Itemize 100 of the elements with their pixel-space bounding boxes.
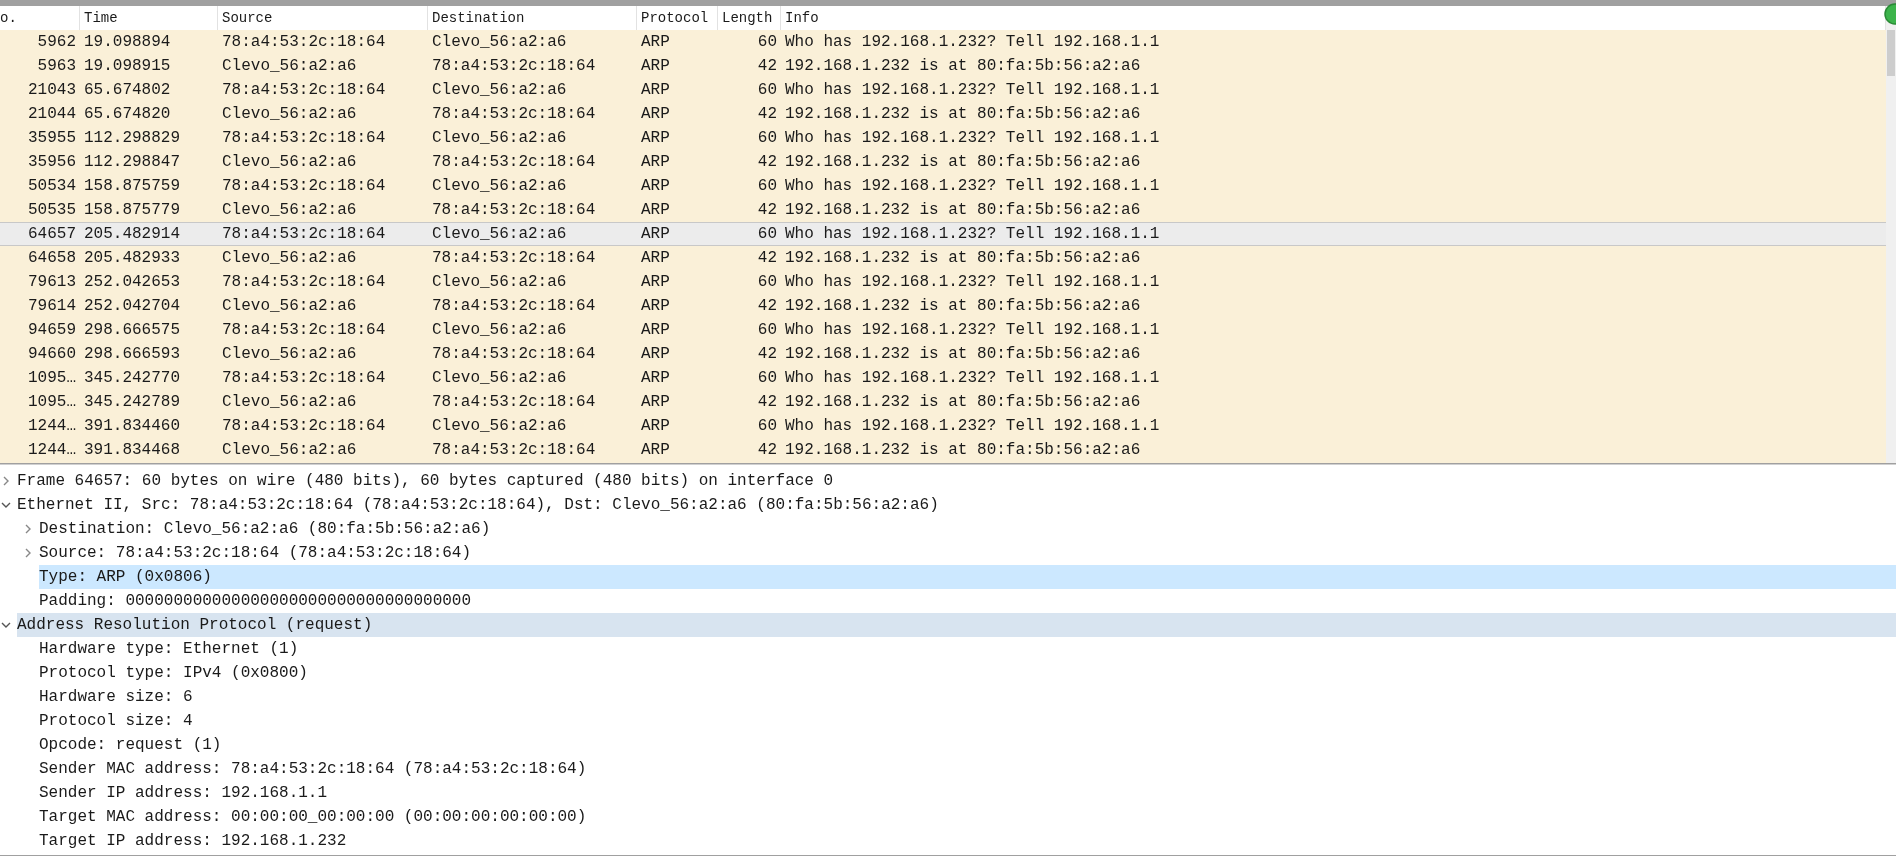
info-cell-text: Who has 192.168.1.232? Tell 192.168.1.1 bbox=[784, 273, 1161, 291]
protocol-cell-text: ARP bbox=[640, 153, 671, 171]
packet-row[interactable]: 1244… 391.834460 78:a4:53:2c:18:64 Clevo_56:a2:a6 ARP 60 Who has 192.168.1.232? Tell 192.168.1.1 bbox=[0, 414, 1886, 438]
detail-item[interactable]: Destination: Clevo_56:a2:a6 (80:fa:5b:56:a2:a6) bbox=[39, 517, 1896, 541]
source-cell-text: Clevo_56:a2:a6 bbox=[221, 249, 358, 267]
time-cell-text: 205.482933 bbox=[83, 249, 181, 267]
protocol-cell-text: ARP bbox=[640, 57, 671, 75]
packet-row[interactable]: 64658 205.482933 Clevo_56:a2:a6 78:a4:53:2c:18:64 ARP 42 192.168.1.232 is at 80:fa:5b:56:a2:a6 bbox=[0, 246, 1886, 270]
packet-row[interactable]: 1095… 345.242789 Clevo_56:a2:a6 78:a4:53:2c:18:64 ARP 42 192.168.1.232 is at 80:fa:5b:56:a2:a6 bbox=[0, 390, 1886, 414]
info-cell-text: 192.168.1.232 is at 80:fa:5b:56:a2:a6 bbox=[784, 153, 1142, 171]
destination-cell-text: 78:a4:53:2c:18:64 bbox=[431, 345, 597, 363]
detail-item[interactable]: Type: ARP (0x0806) bbox=[39, 565, 1896, 589]
length-cell-text: 42 bbox=[756, 297, 778, 315]
destination-cell-text: Clevo_56:a2:a6 bbox=[431, 417, 568, 435]
info-cell-text: Who has 192.168.1.232? Tell 192.168.1.1 bbox=[784, 129, 1161, 147]
destination-cell-text: Clevo_56:a2:a6 bbox=[431, 369, 568, 387]
column-header[interactable]: Length bbox=[718, 6, 781, 30]
length-cell-text: 60 bbox=[756, 273, 778, 291]
protocol-cell-text: ARP bbox=[640, 417, 671, 435]
packet-row[interactable]: 64657 205.482914 78:a4:53:2c:18:64 Clevo_56:a2:a6 ARP 60 Who has 192.168.1.232? Tell 192.168.1.1 bbox=[0, 222, 1886, 246]
detail-item[interactable]: Padding: 000000000000000000000000000000000000 bbox=[39, 589, 1896, 613]
detail-item[interactable]: Hardware type: Ethernet (1) bbox=[39, 637, 1896, 661]
packet-row[interactable]: 79614 252.042704 Clevo_56:a2:a6 78:a4:53:2c:18:64 ARP 42 192.168.1.232 is at 80:fa:5b:56:a2:a6 bbox=[0, 294, 1886, 318]
time-cell-text: 345.242770 bbox=[83, 369, 181, 387]
protocol-cell-text: ARP bbox=[640, 321, 671, 339]
protocol-cell-text: ARP bbox=[640, 129, 671, 147]
info-cell-text: Who has 192.168.1.232? Tell 192.168.1.1 bbox=[784, 321, 1161, 339]
number-cell-text: 1095… bbox=[27, 369, 77, 387]
packet-row[interactable]: 35955 112.298829 78:a4:53:2c:18:64 Clevo_56:a2:a6 ARP 60 Who has 192.168.1.232? Tell 192.168.1.1 bbox=[0, 126, 1886, 150]
destination-cell-text: Clevo_56:a2:a6 bbox=[431, 129, 568, 147]
destination-cell-text: 78:a4:53:2c:18:64 bbox=[431, 393, 597, 411]
destination-cell-text: 78:a4:53:2c:18:64 bbox=[431, 441, 597, 459]
packet-row[interactable]: 94660 298.666593 Clevo_56:a2:a6 78:a4:53:2c:18:64 ARP 42 192.168.1.232 is at 80:fa:5b:56:a2:a6 bbox=[0, 342, 1886, 366]
scrollbar[interactable] bbox=[1886, 6, 1896, 463]
detail-item[interactable]: Sender MAC address: 78:a4:53:2c:18:64 (78:a4:53:2c:18:64) bbox=[39, 757, 1896, 781]
packet-row[interactable]: 1095… 345.242770 78:a4:53:2c:18:64 Clevo_56:a2:a6 ARP 60 Who has 192.168.1.232? Tell 192.168.1.1 bbox=[0, 366, 1886, 390]
length-cell-text: 60 bbox=[756, 177, 778, 195]
length-cell-text: 60 bbox=[756, 417, 778, 435]
number-cell-text: 64658 bbox=[27, 249, 77, 267]
info-cell-text: Who has 192.168.1.232? Tell 192.168.1.1 bbox=[784, 177, 1161, 195]
detail-item[interactable]: Opcode: request (1) bbox=[39, 733, 1896, 757]
info-cell-text: 192.168.1.232 is at 80:fa:5b:56:a2:a6 bbox=[784, 201, 1142, 219]
source-cell-text: Clevo_56:a2:a6 bbox=[221, 201, 358, 219]
detail-item[interactable]: Address Resolution Protocol (request) bbox=[17, 613, 1896, 637]
number-cell-text: 21043 bbox=[27, 81, 77, 99]
source-cell-text: 78:a4:53:2c:18:64 bbox=[221, 33, 387, 51]
number-cell-text: 1095… bbox=[27, 393, 77, 411]
time-cell-text: 252.042704 bbox=[83, 297, 181, 315]
time-cell-text: 112.298829 bbox=[83, 129, 181, 147]
source-cell-text: 78:a4:53:2c:18:64 bbox=[221, 177, 387, 195]
detail-item[interactable]: Ethernet II, Src: 78:a4:53:2c:18:64 (78:a4:53:2c:18:64), Dst: Clevo_56:a2:a6 (80:fa:5b:56:a2:a6) bbox=[17, 493, 1896, 517]
time-cell-text: 65.674820 bbox=[83, 105, 172, 123]
number-cell-text: 79613 bbox=[27, 273, 77, 291]
source-cell-text: 78:a4:53:2c:18:64 bbox=[221, 81, 387, 99]
detail-item[interactable]: Target MAC address: 00:00:00_00:00:00 (00:00:00:00:00:00) bbox=[39, 805, 1896, 829]
packet-row[interactable]: 94659 298.666575 78:a4:53:2c:18:64 Clevo_56:a2:a6 ARP 60 Who has 192.168.1.232? Tell 192.168.1.1 bbox=[0, 318, 1886, 342]
packet-row[interactable]: 5963 19.098915 Clevo_56:a2:a6 78:a4:53:2c:18:64 ARP 42 192.168.1.232 is at 80:fa:5b:56:a2:a6 bbox=[0, 54, 1886, 78]
protocol-cell-text: ARP bbox=[640, 105, 671, 123]
detail-item[interactable]: Frame 64657: 60 bytes on wire (480 bits), 60 bytes captured (480 bits) on interface 0 bbox=[17, 469, 1896, 493]
column-header[interactable]: Destination bbox=[428, 6, 637, 30]
detail-item[interactable]: Protocol size: 4 bbox=[39, 709, 1896, 733]
column-header[interactable]: Source bbox=[218, 6, 428, 30]
source-cell-text: 78:a4:53:2c:18:64 bbox=[221, 225, 387, 243]
packet-row[interactable]: 35956 112.298847 Clevo_56:a2:a6 78:a4:53:2c:18:64 ARP 42 192.168.1.232 is at 80:fa:5b:56:a2:a6 bbox=[0, 150, 1886, 174]
protocol-cell-text: ARP bbox=[640, 81, 671, 99]
number-cell-text: 35956 bbox=[27, 153, 77, 171]
packet-row[interactable]: 1244… 391.834468 Clevo_56:a2:a6 78:a4:53:2c:18:64 ARP 42 192.168.1.232 is at 80:fa:5b:56:a2:a6 bbox=[0, 438, 1886, 462]
column-header[interactable]: o. bbox=[0, 6, 80, 30]
number-cell-text: 1244… bbox=[27, 417, 77, 435]
number-cell-text: 5962 bbox=[36, 33, 77, 51]
protocol-cell-text: ARP bbox=[640, 441, 671, 459]
detail-item[interactable]: Target IP address: 192.168.1.232 bbox=[39, 829, 1896, 853]
destination-cell-text: Clevo_56:a2:a6 bbox=[431, 321, 568, 339]
detail-item[interactable]: Protocol type: IPv4 (0x0800) bbox=[39, 661, 1896, 685]
source-cell-text: Clevo_56:a2:a6 bbox=[221, 57, 358, 75]
column-header[interactable]: Protocol bbox=[637, 6, 718, 30]
packet-row[interactable]: 21043 65.674802 78:a4:53:2c:18:64 Clevo_56:a2:a6 ARP 60 Who has 192.168.1.232? Tell 192.168.1.1 bbox=[0, 78, 1886, 102]
source-cell-text: Clevo_56:a2:a6 bbox=[221, 153, 358, 171]
info-cell-text: 192.168.1.232 is at 80:fa:5b:56:a2:a6 bbox=[784, 105, 1142, 123]
number-cell-text: 94659 bbox=[27, 321, 77, 339]
source-cell-text: 78:a4:53:2c:18:64 bbox=[221, 417, 387, 435]
detail-item[interactable]: Sender IP address: 192.168.1.1 bbox=[39, 781, 1896, 805]
scrollbar-thumb[interactable] bbox=[1887, 30, 1895, 76]
info-cell-text: 192.168.1.232 is at 80:fa:5b:56:a2:a6 bbox=[784, 345, 1142, 363]
number-cell-text: 50535 bbox=[27, 201, 77, 219]
destination-cell-text: 78:a4:53:2c:18:64 bbox=[431, 153, 597, 171]
packet-row[interactable]: 21044 65.674820 Clevo_56:a2:a6 78:a4:53:2c:18:64 ARP 42 192.168.1.232 is at 80:fa:5b:56:a2:a6 bbox=[0, 102, 1886, 126]
destination-cell-text: 78:a4:53:2c:18:64 bbox=[431, 201, 597, 219]
packet-row[interactable]: 50534 158.875759 78:a4:53:2c:18:64 Clevo_56:a2:a6 ARP 60 Who has 192.168.1.232? Tell 192.168.1.1 bbox=[0, 174, 1886, 198]
packet-row[interactable]: 5962 19.098894 78:a4:53:2c:18:64 Clevo_56:a2:a6 ARP 60 Who has 192.168.1.232? Tell 192.168.1.1 bbox=[0, 30, 1886, 54]
time-cell-text: 391.834460 bbox=[83, 417, 181, 435]
packet-row[interactable]: 79613 252.042653 78:a4:53:2c:18:64 Clevo_56:a2:a6 ARP 60 Who has 192.168.1.232? Tell 192.168.1.1 bbox=[0, 270, 1886, 294]
destination-cell-text: Clevo_56:a2:a6 bbox=[431, 81, 568, 99]
packet-row[interactable]: 50535 158.875779 Clevo_56:a2:a6 78:a4:53:2c:18:64 ARP 42 192.168.1.232 is at 80:fa:5b:56:a2:a6 bbox=[0, 198, 1886, 222]
detail-item[interactable]: Source: 78:a4:53:2c:18:64 (78:a4:53:2c:18:64) bbox=[39, 541, 1896, 565]
number-cell-text: 1244… bbox=[27, 441, 77, 459]
destination-cell-text: 78:a4:53:2c:18:64 bbox=[431, 57, 597, 75]
detail-item[interactable]: Hardware size: 6 bbox=[39, 685, 1896, 709]
column-header[interactable]: Time bbox=[80, 6, 218, 30]
destination-cell-text: 78:a4:53:2c:18:64 bbox=[431, 249, 597, 267]
